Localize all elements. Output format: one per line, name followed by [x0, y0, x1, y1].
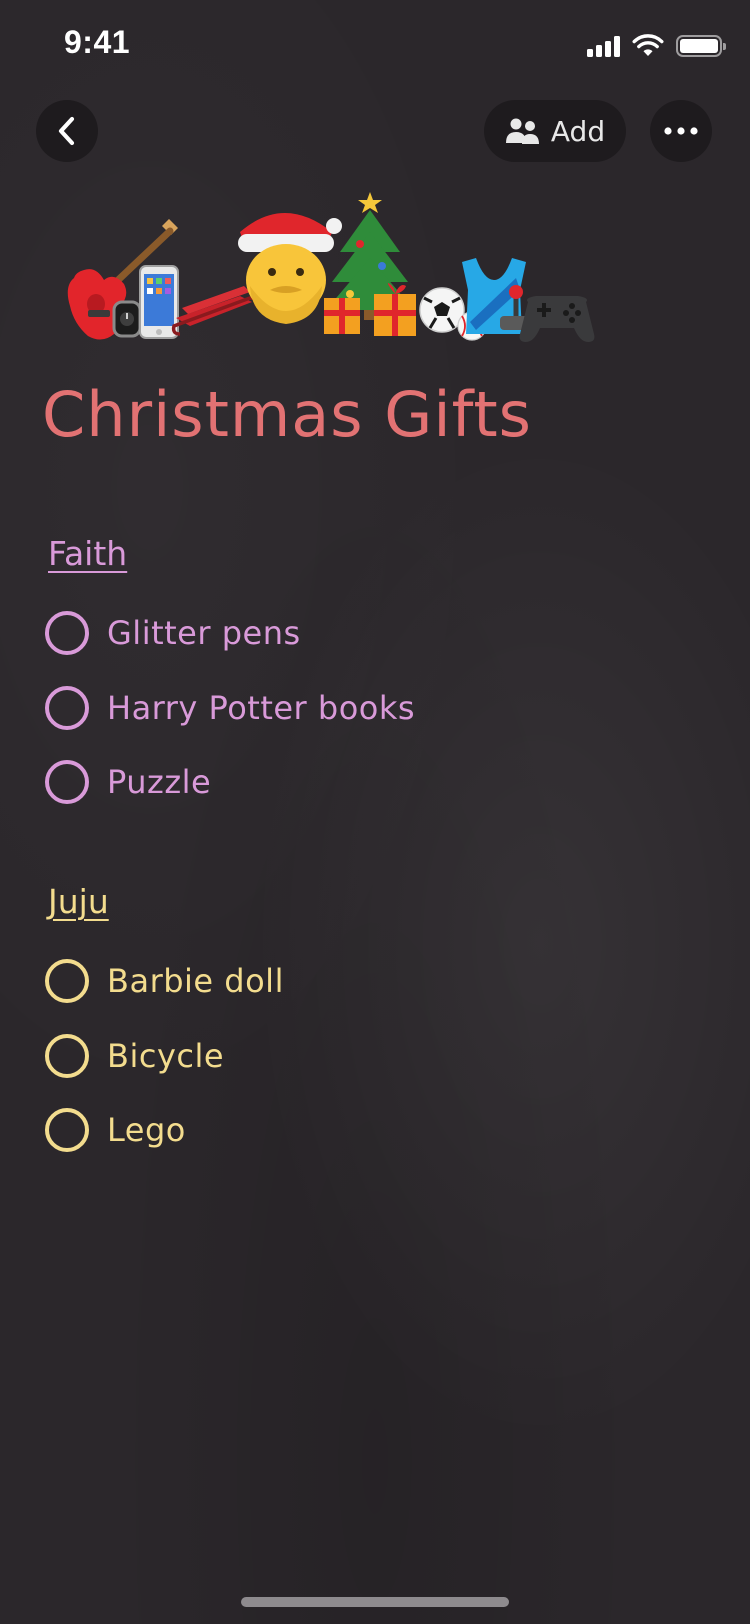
checklist-item-text[interactable]: Harry Potter books	[107, 689, 415, 727]
checklist-item[interactable]: Lego	[45, 1104, 186, 1156]
checklist-item-text[interactable]: Lego	[107, 1111, 186, 1149]
checklist-item[interactable]: Barbie doll	[45, 955, 284, 1007]
battery-icon	[676, 35, 726, 57]
status-bar: 9:41	[0, 0, 750, 90]
chevron-left-icon	[58, 116, 75, 146]
watch-icon	[112, 300, 142, 338]
status-icons	[587, 32, 726, 60]
unchecked-circle-icon[interactable]	[45, 1034, 89, 1078]
cellular-signal-icon	[587, 35, 620, 57]
add-label: Add	[550, 114, 606, 148]
unchecked-circle-icon[interactable]	[45, 611, 89, 655]
checklist-item[interactable]: Puzzle	[45, 756, 211, 808]
status-time: 9:41	[64, 24, 131, 60]
wifi-icon	[632, 34, 664, 56]
section-header-faith[interactable]: Faith	[48, 534, 127, 573]
sled-icon	[171, 286, 259, 336]
more-options-button[interactable]	[650, 100, 712, 162]
video-game-controller-icon	[519, 296, 595, 342]
checklist-item[interactable]: Glitter pens	[45, 607, 301, 659]
checklist-item[interactable]: Bicycle	[45, 1030, 224, 1082]
unchecked-circle-icon[interactable]	[45, 760, 89, 804]
checklist-item-text[interactable]: Bicycle	[107, 1037, 224, 1075]
soccer-ball-icon	[419, 287, 465, 333]
ellipsis-icon	[664, 127, 698, 135]
emoji-banner	[44, 186, 604, 356]
note-title[interactable]: Christmas Gifts	[42, 378, 532, 451]
checklist-item-text[interactable]: Glitter pens	[107, 614, 301, 652]
people-icon	[505, 118, 539, 144]
section-header-juju[interactable]: Juju	[48, 882, 109, 921]
unchecked-circle-icon[interactable]	[45, 959, 89, 1003]
unchecked-circle-icon[interactable]	[45, 686, 89, 730]
add-people-button[interactable]: Add	[484, 100, 626, 162]
checklist-item[interactable]: Harry Potter books	[45, 682, 415, 734]
unchecked-circle-icon[interactable]	[45, 1108, 89, 1152]
home-indicator[interactable]	[241, 1597, 509, 1607]
checklist-item-text[interactable]: Puzzle	[107, 763, 211, 801]
back-button[interactable]	[36, 100, 98, 162]
checklist-item-text[interactable]: Barbie doll	[107, 962, 284, 1000]
